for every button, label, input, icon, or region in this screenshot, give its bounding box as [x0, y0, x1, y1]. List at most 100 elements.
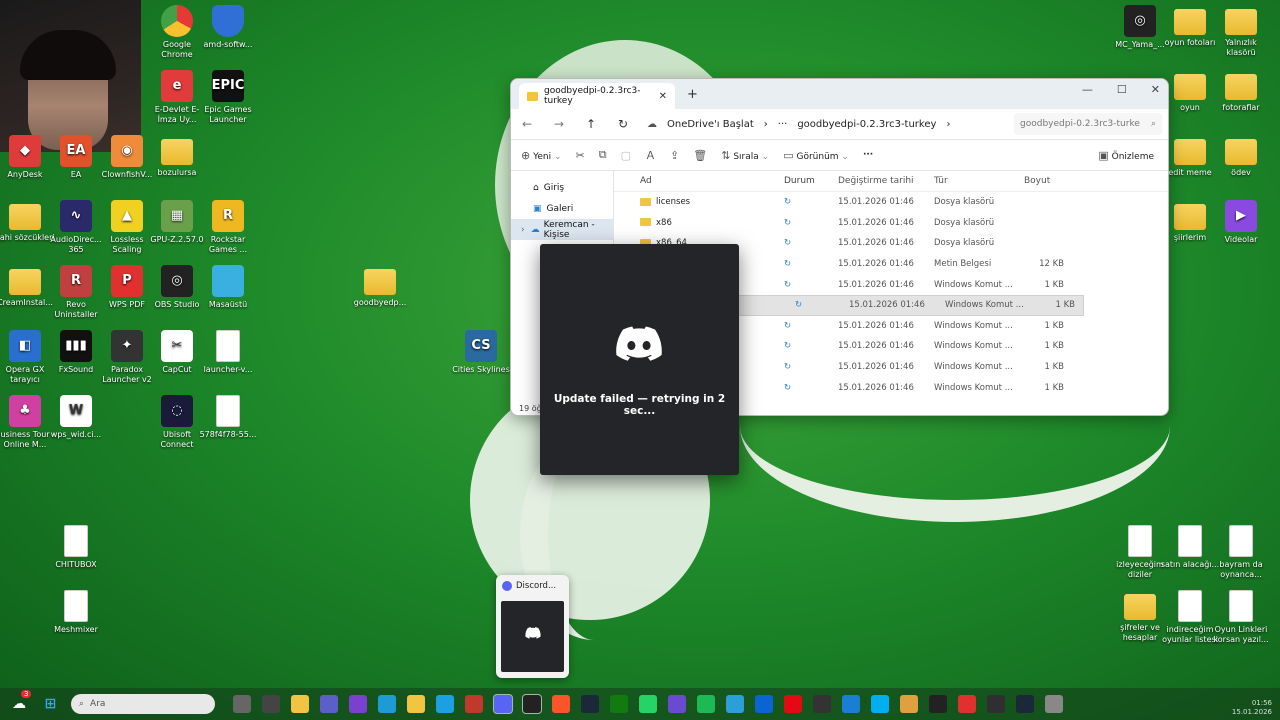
desktop-icon[interactable]: CS Cities Skylines: [450, 330, 512, 375]
notification-badge: 3: [21, 690, 32, 698]
desktop-icon[interactable]: goodbyedp...: [349, 265, 411, 308]
preview-pane-button[interactable]: ▣ Önizleme: [1098, 149, 1154, 162]
breadcrumb-more[interactable]: ···: [778, 119, 788, 130]
desktop-icon[interactable]: Masaüstü: [197, 265, 259, 310]
epic-icon[interactable]: [521, 694, 542, 714]
clock-time: 01:56: [1251, 699, 1272, 707]
desktop-icon[interactable]: EPIC Epic Games Launcher: [197, 70, 259, 125]
minimize-icon[interactable]: —: [1082, 83, 1093, 96]
file-row[interactable]: licenses ↻ 15.01.2026 01:46 Dosya klasörü: [614, 192, 1168, 213]
desktop-icon[interactable]: ödev: [1210, 135, 1272, 178]
widgets-icon[interactable]: [232, 695, 251, 713]
cut-icon[interactable]: ✂: [576, 149, 585, 162]
mixer-icon[interactable]: [667, 695, 686, 713]
skype-icon[interactable]: [870, 695, 889, 713]
cube-icon[interactable]: [812, 695, 831, 713]
document-icon: [1229, 590, 1253, 622]
photos-icon[interactable]: [899, 695, 918, 713]
desktop-icon[interactable]: 578f4f78-55...: [197, 395, 259, 440]
brave-icon[interactable]: [551, 695, 570, 713]
rename-icon[interactable]: Ａ: [645, 147, 656, 163]
back-icon[interactable]: ←: [511, 117, 543, 131]
desktop-icon[interactable]: amd-softw...: [197, 5, 259, 50]
close-tab-icon[interactable]: ✕: [659, 91, 667, 102]
file-row[interactable]: x86 ↻ 15.01.2026 01:46 Dosya klasörü: [614, 213, 1168, 234]
sort-button[interactable]: ⇅ Sırala ⌄: [721, 149, 769, 162]
system-clock[interactable]: 01:56 15.01.2026: [1232, 699, 1272, 717]
column-size[interactable]: Boyut: [1024, 176, 1064, 186]
more-button[interactable]: ···: [863, 150, 873, 160]
new-button[interactable]: ⊕ Yeni ⌄: [521, 149, 562, 162]
close-window-icon[interactable]: ✕: [1151, 83, 1160, 96]
desktop-icon[interactable]: Yalnızlık klasörü: [1210, 5, 1272, 58]
desktop-icon[interactable]: Oyun Linkleri korsan yazıl...: [1210, 590, 1272, 645]
files-icon[interactable]: [406, 695, 425, 713]
explorer-icon[interactable]: [290, 695, 309, 713]
nav-item-onedrive[interactable]: › ☁ Keremcan - Kişise: [511, 219, 613, 240]
column-name[interactable]: Ad: [614, 176, 784, 186]
search-input[interactable]: goodbyedpi-0.2.3rc3-turke ⌕: [1014, 113, 1162, 135]
refresh-icon[interactable]: ↻: [607, 117, 639, 131]
share-icon[interactable]: ⇪: [670, 149, 679, 162]
steam2-icon[interactable]: [1015, 695, 1034, 713]
taskbar-preview[interactable]: Discord...: [496, 575, 569, 678]
forward-icon[interactable]: →: [543, 117, 575, 131]
app-icon[interactable]: [348, 695, 367, 713]
app-icon: [212, 265, 244, 297]
discord-update-window[interactable]: Update failed — retrying in 2 sec...: [540, 244, 739, 475]
desktop-icon[interactable]: Wwps_wid.ci...: [45, 395, 107, 440]
outlook-icon[interactable]: [754, 695, 773, 713]
desktop-icon[interactable]: bayram da oynanca...: [1210, 525, 1272, 580]
desktop-icon[interactable]: fotoraflar: [1210, 70, 1272, 113]
explorer-tab[interactable]: goodbyedpi-0.2.3rc3-turkey ✕: [519, 83, 675, 109]
other-icon[interactable]: [1044, 695, 1063, 713]
discord-icon[interactable]: [492, 694, 513, 714]
view-button[interactable]: ▭ Görünüm ⌄: [783, 149, 849, 162]
copy-icon[interactable]: ⧉: [599, 148, 607, 162]
column-type[interactable]: Tür: [934, 176, 1024, 186]
nav-item-home[interactable]: ⌂ Giriş: [511, 177, 613, 198]
xbox-icon[interactable]: [609, 695, 628, 713]
opera-icon[interactable]: [464, 695, 483, 713]
file-date: 15.01.2026 01:46: [838, 279, 914, 290]
nav-item-gallery[interactable]: ▣ Galeri: [511, 198, 613, 219]
column-date[interactable]: Değiştirme tarihi: [838, 176, 934, 186]
up-icon[interactable]: ↑: [575, 117, 607, 131]
desktop-icon[interactable]: bozulursa: [146, 135, 208, 178]
desktop-icon[interactable]: ▶ Videolar: [1210, 200, 1272, 245]
maximize-icon[interactable]: ☐: [1117, 83, 1127, 96]
document-icon: [64, 590, 88, 622]
steam-icon[interactable]: [580, 695, 599, 713]
preview-pane-icon: ▣: [1098, 148, 1109, 162]
sync-status-icon: ↻: [784, 217, 792, 228]
breadcrumb-onedrive[interactable]: OneDrive'ı Başlat: [667, 119, 754, 130]
start-button[interactable]: ⊞: [42, 695, 60, 713]
breadcrumb-folder[interactable]: goodbyedpi-0.2.3rc3-turkey: [797, 119, 936, 130]
box-icon[interactable]: [841, 695, 860, 713]
desktop-icon[interactable]: CHITUBOX: [45, 525, 107, 570]
chatgpt-icon[interactable]: [928, 695, 947, 713]
column-status[interactable]: Durum: [784, 176, 838, 186]
desktop-icon[interactable]: Meshmixer: [45, 590, 107, 635]
windows-icon[interactable]: [261, 695, 280, 713]
paste-icon[interactable]: ▢: [621, 149, 631, 162]
delete-icon[interactable]: 🗑︎: [693, 149, 707, 162]
whatsapp-icon[interactable]: [638, 695, 657, 713]
new-tab-button[interactable]: +: [687, 87, 698, 102]
breadcrumb[interactable]: ☁ OneDrive'ı Başlat › ··· goodbyedpi-0.2…: [639, 119, 1014, 130]
netflix-icon[interactable]: [783, 695, 802, 713]
spotify-icon[interactable]: [696, 695, 715, 713]
desktop-icon[interactable]: R Rockstar Games ...: [197, 200, 259, 255]
widgets-icon[interactable]: ☁ 3: [12, 690, 32, 712]
folder-icon: [1174, 9, 1206, 35]
obs-icon[interactable]: [986, 695, 1005, 713]
app-icon: ◎: [1124, 5, 1156, 37]
wps-icon[interactable]: [957, 695, 976, 713]
teams-icon[interactable]: [319, 695, 338, 713]
document-icon: [1178, 590, 1202, 622]
desktop-icon[interactable]: launcher-v...: [197, 330, 259, 375]
notes-icon[interactable]: [725, 695, 744, 713]
taskbar-search[interactable]: ⌕ Ara: [71, 694, 215, 714]
store-icon[interactable]: [435, 695, 454, 713]
edge-icon[interactable]: [377, 695, 396, 713]
